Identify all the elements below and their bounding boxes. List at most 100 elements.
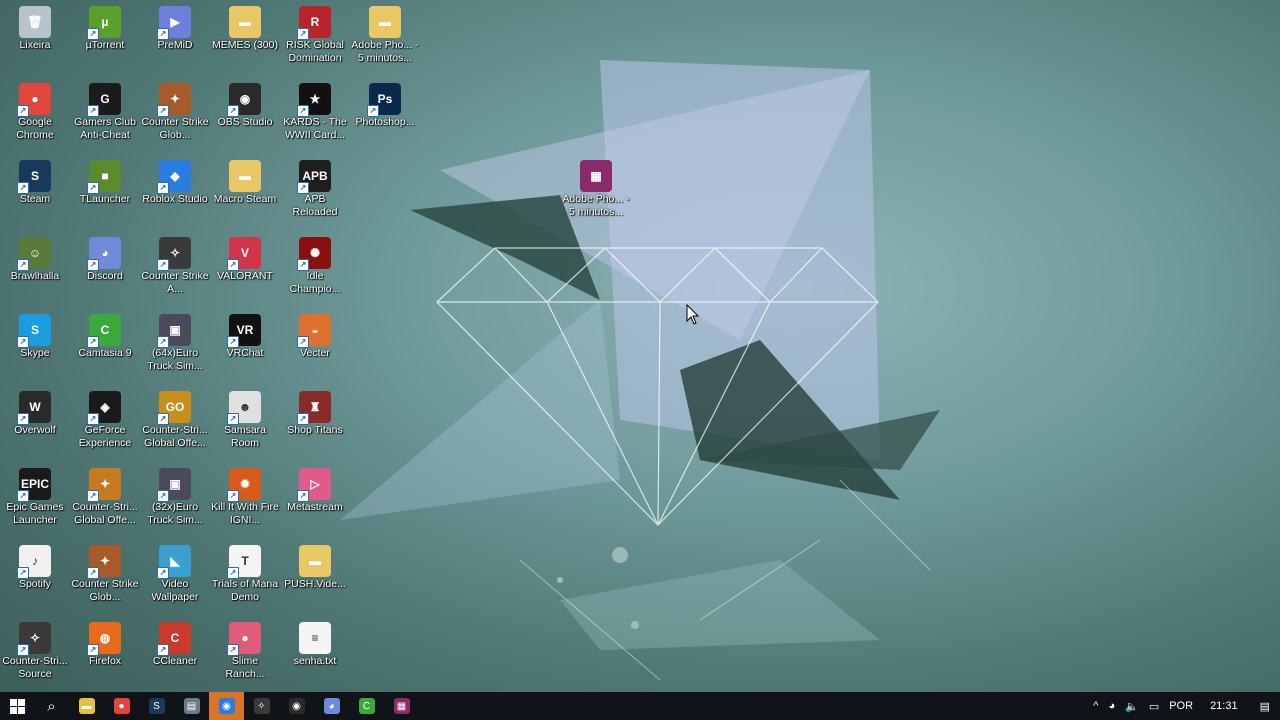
- desktop-icon[interactable]: ◣ ↗ Video Wallpaper: [140, 539, 210, 613]
- desktop-icon[interactable]: ✦ ↗ Counter Strike Glob...: [140, 77, 210, 151]
- app-glyph: ▬: [239, 169, 251, 183]
- taskbar-counter-strike-button[interactable]: ✧: [244, 692, 279, 720]
- app-glyph: µ: [101, 15, 109, 29]
- desktop-icon[interactable]: 🗑 Lixeira: [0, 0, 70, 74]
- desktop-icon[interactable]: C ↗ CCleaner: [140, 616, 210, 690]
- taskbar-steam-button[interactable]: S: [139, 692, 174, 720]
- taskbar-chrome-button[interactable]: ●: [104, 692, 139, 720]
- taskbar-browser-button[interactable]: ◉: [209, 692, 244, 720]
- desktop-icon[interactable]: ☻ ↗ Samsara Room: [210, 385, 280, 459]
- desktop-icon-label: APB Reloaded: [292, 193, 338, 218]
- desktop-icon-label: TLauncher: [79, 193, 131, 205]
- notification-center-icon[interactable]: ▤: [1250, 700, 1280, 713]
- shortcut-arrow-icon: ↗: [17, 490, 29, 502]
- taskbar-search-button[interactable]: ⌕: [34, 692, 69, 720]
- desktop-icon[interactable]: ✧ ↗ Counter Strike A...: [140, 231, 210, 305]
- desktop-icon[interactable]: ▷ ↗ Metastream: [280, 462, 350, 536]
- app-icon: ◣ ↗: [157, 545, 191, 579]
- desktop-icon[interactable]: VR ↗ VRChat: [210, 308, 280, 382]
- taskbar-winrar-button[interactable]: ▦: [384, 692, 419, 720]
- desktop-icon[interactable]: ◍ ↗ Firefox: [70, 616, 140, 690]
- app-icon: ♜ ↗: [297, 391, 331, 425]
- start-button[interactable]: [0, 692, 34, 720]
- desktop-icon[interactable]: ✧ ↗ Counter-Stri... Source: [0, 616, 70, 690]
- desktop-icon[interactable]: ◒ ↗ Vecter: [280, 308, 350, 382]
- app-icon: µ ↗: [87, 6, 121, 40]
- app-glyph: ▬: [309, 554, 321, 568]
- shortcut-arrow-icon: ↗: [157, 567, 169, 579]
- desktop-icon[interactable]: ★ ↗ KARDS - The WWII Card...: [280, 77, 350, 151]
- desktop-icon[interactable]: ♪ ↗ Spotify: [0, 539, 70, 613]
- desktop-icon-grid: 🗑 Lixeira µ ↗ µTorrent ▶ ↗ PreMiD ▬ MEMES (300) R ↗…: [0, 0, 430, 692]
- desktop-icon[interactable]: R ↗ RISK Global Domination: [280, 0, 350, 74]
- desktop-icon-label: Photoshop...: [355, 116, 415, 128]
- desktop-icon[interactable]: ◈ ↗ GeForce Experience: [70, 385, 140, 459]
- taskbar-obs-button[interactable]: ◉: [279, 692, 314, 720]
- desktop-icon[interactable]: ▶ ↗ PreMiD: [140, 0, 210, 74]
- shortcut-arrow-icon: ↗: [87, 644, 99, 656]
- taskbar-file-explorer-button[interactable]: ▬: [69, 692, 104, 720]
- desktop-icon[interactable]: Ps ↗ Photoshop...: [350, 77, 420, 151]
- system-tray: ^ ◕ 🔈 ▭ POR 21:31 ▤: [1088, 692, 1280, 720]
- desktop-icon[interactable]: G ↗ Gamers Club Anti-Cheat: [70, 77, 140, 151]
- desktop-icon[interactable]: ✦ ↗ Counter-Stri... Global Offe...: [70, 462, 140, 536]
- shortcut-arrow-icon: ↗: [227, 490, 239, 502]
- app-icon: ▬: [229, 160, 261, 192]
- app-icon: ◆ ↗: [157, 160, 191, 194]
- clock[interactable]: 21:31: [1198, 700, 1250, 712]
- desktop-icon[interactable]: ▬ MEMES (300): [210, 0, 280, 74]
- shortcut-arrow-icon: ↗: [87, 105, 99, 117]
- app-icon: ▬: [229, 6, 261, 38]
- volume-icon[interactable]: 🔈: [1120, 700, 1144, 713]
- desktop-icon[interactable]: C ↗ Camtasia 9: [70, 308, 140, 382]
- network-icon[interactable]: ▭: [1144, 700, 1164, 713]
- app-glyph: 🗑: [27, 15, 43, 29]
- tray-overflow-chevron-icon[interactable]: ^: [1088, 700, 1103, 712]
- desktop-icon[interactable]: V ↗ VALORANT: [210, 231, 280, 305]
- desktop-icon[interactable]: ▬ Adobe Pho... - 5 minutos...: [350, 0, 420, 74]
- desktop-icon[interactable]: ■ ↗ TLauncher: [70, 154, 140, 228]
- app-icon: 🗑: [19, 6, 51, 38]
- taskbar-discord-button[interactable]: ◕: [314, 692, 349, 720]
- taskbar-app-button[interactable]: ▤: [174, 692, 209, 720]
- shortcut-arrow-icon: ↗: [157, 490, 169, 502]
- app-icon: ✧ ↗: [17, 622, 51, 656]
- app-glyph: W: [29, 400, 41, 414]
- desktop-icon[interactable]: ▬ Macro Steam: [210, 154, 280, 228]
- desktop-icon[interactable]: ✦ ↗ Counter Strike Glob...: [70, 539, 140, 613]
- desktop-icon[interactable]: ♜ ↗ Shop Titans: [280, 385, 350, 459]
- desktop-icon[interactable]: ▣ ↗ (64x)Euro Truck Sim...: [140, 308, 210, 382]
- desktop-icon[interactable]: ◆ ↗ Roblox Studio: [140, 154, 210, 228]
- desktop-icon-label: RISK Global Domination: [286, 39, 344, 64]
- app-icon: APB ↗: [297, 160, 331, 194]
- desktop-icon[interactable]: ☺ ↗ Brawlhalla: [0, 231, 70, 305]
- desktop-icon[interactable]: ● ↗ Google Chrome: [0, 77, 70, 151]
- desktop-icon[interactable]: W ↗ Overwolf: [0, 385, 70, 459]
- desktop-icon[interactable]: ≡ senha.txt: [280, 616, 350, 690]
- desktop-icon[interactable]: GO ↗ Counter-Stri... Global Offe...: [140, 385, 210, 459]
- desktop-icon[interactable]: ◉ ↗ OBS Studio: [210, 77, 280, 151]
- discord-tray-icon[interactable]: ◕: [1103, 700, 1120, 712]
- desktop-icon[interactable]: ● ↗ Slime Ranch...: [210, 616, 280, 690]
- language-indicator[interactable]: POR: [1164, 700, 1198, 712]
- windows-logo-icon: [9, 698, 25, 714]
- app-glyph: ✧: [169, 246, 181, 260]
- shortcut-arrow-icon: ↗: [297, 413, 309, 425]
- desktop-icon[interactable]: T ↗ Trials of Mana Demo: [210, 539, 280, 613]
- app-icon: ◍ ↗: [87, 622, 121, 656]
- taskbar-camtasia-button[interactable]: C: [349, 692, 384, 720]
- desktop-icon[interactable]: ◕ ↗ Discord: [70, 231, 140, 305]
- desktop-icon[interactable]: ▣ ↗ (32x)Euro Truck Sim...: [140, 462, 210, 536]
- desktop-icon[interactable]: ✺ ↗ Idle Champio...: [280, 231, 350, 305]
- app-glyph: ☺: [28, 246, 42, 260]
- desktop-icon[interactable]: S ↗ Steam: [0, 154, 70, 228]
- desktop-icon-adobe-photoshop-archive[interactable]: ▦ Adobe Pho... - 5 minutos...: [561, 154, 631, 228]
- app-glyph: ✦: [99, 477, 111, 491]
- desktop-icon[interactable]: µ ↗ µTorrent: [70, 0, 140, 74]
- desktop-icon[interactable]: ▬ PUSH.Vide...: [280, 539, 350, 613]
- desktop-icon[interactable]: EPIC ↗ Epic Games Launcher: [0, 462, 70, 536]
- desktop-icon[interactable]: ✹ ↗ Kill It With Fire IGNI...: [210, 462, 280, 536]
- desktop-icon[interactable]: APB ↗ APB Reloaded: [280, 154, 350, 228]
- app-icon: ● ↗: [227, 622, 261, 656]
- desktop-icon[interactable]: S ↗ Skype: [0, 308, 70, 382]
